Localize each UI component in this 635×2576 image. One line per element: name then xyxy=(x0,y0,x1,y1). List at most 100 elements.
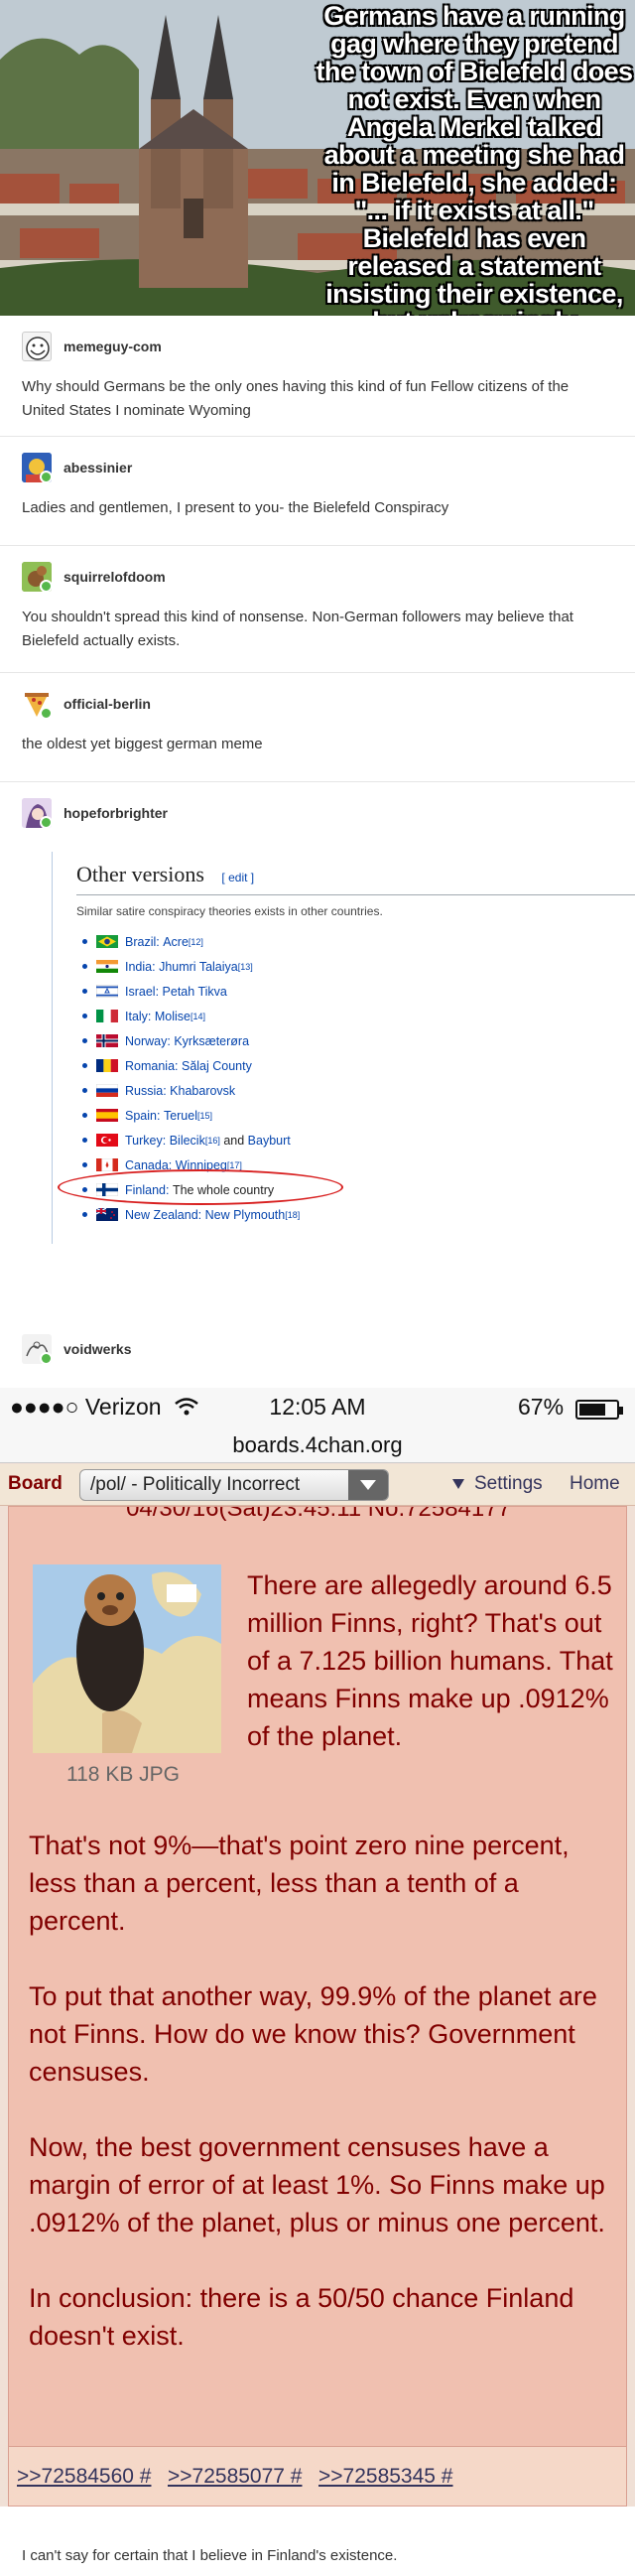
follow-badge-icon xyxy=(40,707,52,719)
avatar[interactable] xyxy=(22,689,52,719)
post-official-berlin: official-berlin the oldest yet biggest g… xyxy=(0,673,635,782)
wiki-place-link[interactable]: Jhumri Talaiya xyxy=(159,960,238,974)
post-paragraph-5: In conclusion: there is a 50/50 chance F… xyxy=(29,2283,574,2351)
post-header: abessinier xyxy=(22,451,132,484)
wiki-place-link[interactable]: Teruel xyxy=(164,1109,197,1123)
wiki-list-item: Norway: Kyrksæterøra xyxy=(82,1028,300,1053)
spain-flag-icon xyxy=(96,1109,118,1122)
wiki-country[interactable]: Spain: xyxy=(125,1109,160,1123)
post-paragraph-2: That's not 9%—that's point zero nine per… xyxy=(29,1830,570,1936)
wiki-country[interactable]: Israel: xyxy=(125,985,159,999)
wiki-divider xyxy=(76,894,635,895)
wiki-place-link[interactable]: Molise xyxy=(155,1010,190,1023)
wiki-place-link[interactable]: Petah Tikva xyxy=(163,985,227,999)
bullet xyxy=(82,1113,87,1118)
username[interactable]: squirrelofdoom xyxy=(64,569,166,585)
battery-icon xyxy=(575,1400,623,1420)
wiki-ref[interactable]: [12] xyxy=(189,937,203,947)
board-label: Board xyxy=(8,1473,63,1494)
settings-label: Settings xyxy=(474,1473,543,1494)
post-thumbnail[interactable] xyxy=(33,1564,221,1753)
bullet xyxy=(82,939,87,944)
username[interactable]: abessinier xyxy=(64,460,132,475)
wiki-ref[interactable]: [17] xyxy=(227,1160,242,1170)
red-highlight-circle xyxy=(58,1169,343,1205)
username[interactable]: official-berlin xyxy=(64,696,151,712)
wiki-place-link[interactable]: Acre xyxy=(163,935,189,949)
wiki-ref[interactable]: [14] xyxy=(190,1012,205,1021)
wiki-list-item: Israel: Petah Tikva xyxy=(82,979,300,1004)
wiki-list-item: Spain: Teruel [15] xyxy=(82,1103,300,1128)
wiki-country[interactable]: Brazil: xyxy=(125,935,160,949)
wiki-ref[interactable]: [15] xyxy=(197,1111,212,1121)
wiki-list-item: Brazil: Acre [12] xyxy=(82,929,300,954)
wiki-list-item: India: Jhumri Talaiya [13] xyxy=(82,954,300,979)
backlink[interactable]: >>72584560 # xyxy=(17,2465,151,2489)
avatar[interactable] xyxy=(22,453,52,482)
india-flag-icon xyxy=(96,960,118,973)
wiki-country[interactable]: Norway: xyxy=(125,1034,171,1048)
wiki-list-item: Turkey: Bilecik [16] and Bayburt xyxy=(82,1128,300,1152)
wiki-place-link[interactable]: New Plymouth xyxy=(205,1208,286,1222)
wiki-country[interactable]: Italy: xyxy=(125,1010,151,1023)
status-bar: ●●●●○ Verizon 12:05 AM 67% xyxy=(0,1388,635,1427)
home-link[interactable]: Home xyxy=(570,1473,620,1495)
hero-image: Germans have a running gag where they pr… xyxy=(0,0,635,316)
avatar[interactable] xyxy=(22,332,52,361)
post-header: voidwerks xyxy=(22,1332,131,1366)
board-select[interactable]: /pol/ - Politically Incorrect xyxy=(79,1469,389,1501)
wiki-place-link[interactable]: Bayburt xyxy=(248,1134,291,1148)
username[interactable]: hopeforbrighter xyxy=(64,805,168,821)
wiki-country[interactable]: India: xyxy=(125,960,156,974)
post-text: Why should Germans be the only ones havi… xyxy=(22,378,570,419)
wiki-place-link[interactable]: Bilecik xyxy=(170,1134,205,1148)
bullet xyxy=(82,1038,87,1043)
wiki-edit-link[interactable]: [ edit ] xyxy=(221,871,254,884)
post-header-info[interactable]: 04/30/16(Sat)23:45:11 No.72584177 xyxy=(9,1507,626,1523)
board-select-value: /pol/ - Politically Incorrect xyxy=(90,1474,301,1495)
wiki-country[interactable]: Russia: xyxy=(125,1084,167,1098)
wiki-ref[interactable]: [16] xyxy=(205,1136,220,1146)
wiki-country[interactable]: Turkey: xyxy=(125,1134,166,1148)
wiki-place-link[interactable]: Sălaj County xyxy=(182,1059,252,1073)
backlink[interactable]: >>72585077 # xyxy=(168,2465,302,2489)
bullet xyxy=(82,1063,87,1068)
post-header: memeguy-com xyxy=(22,330,162,363)
bullet xyxy=(82,1088,87,1093)
wiki-ref[interactable]: [13] xyxy=(238,962,253,972)
wiki-intro: Similar satire conspiracy theories exist… xyxy=(76,904,383,918)
avatar[interactable] xyxy=(22,798,52,828)
username[interactable]: memeguy-com xyxy=(64,339,162,354)
turkey-flag-icon xyxy=(96,1134,118,1147)
post-voidwerks-comment: I can't say for certain that I believe i… xyxy=(0,2507,635,2576)
url-bar[interactable]: boards.4chan.org xyxy=(0,1427,635,1463)
wiki-place-link[interactable]: Khabarovsk xyxy=(170,1084,235,1098)
bullet xyxy=(82,1014,87,1018)
username[interactable]: voidwerks xyxy=(64,1341,131,1357)
wiki-place-link[interactable]: Kyrksæterøra xyxy=(174,1034,249,1048)
post-header: official-berlin xyxy=(22,687,151,721)
backlink[interactable]: >>72585345 # xyxy=(318,2465,452,2489)
post-text: the oldest yet biggest german meme xyxy=(22,736,263,752)
post-text: Ladies and gentlemen, I present to you- … xyxy=(22,499,449,516)
post-paragraph-4: Now, the best government censuses have a… xyxy=(29,2132,605,2237)
post-header: hopeforbrighter xyxy=(22,796,168,830)
wiki-list-item: New Zealand: New Plymouth [18] xyxy=(82,1202,300,1227)
russia-flag-icon xyxy=(96,1084,118,1097)
wiki-country[interactable]: Romania: xyxy=(125,1059,179,1073)
board-navigation: Board /pol/ - Politically Incorrect Sett… xyxy=(0,1464,635,1506)
italy-flag-icon xyxy=(96,1010,118,1022)
post-paragraph-1: There are allegedly around 6.5 million F… xyxy=(247,1570,613,1751)
post-squirrelofdoom: squirrelofdoom You shouldn't spread this… xyxy=(0,546,635,673)
wiki-list-item: Romania: Sălaj County xyxy=(82,1053,300,1078)
post-text: I can't say for certain that I believe i… xyxy=(22,2547,398,2564)
wiki-ref[interactable]: [18] xyxy=(285,1210,300,1220)
avatar[interactable] xyxy=(22,562,52,592)
new-zealand-flag-icon xyxy=(96,1208,118,1221)
avatar[interactable] xyxy=(22,1334,52,1364)
follow-badge-icon xyxy=(40,580,52,592)
follow-badge-icon xyxy=(40,816,52,828)
post-text: You shouldn't spread this kind of nonsen… xyxy=(22,609,573,649)
settings-link[interactable]: Settings xyxy=(452,1473,543,1495)
wiki-country[interactable]: New Zealand: xyxy=(125,1208,201,1222)
